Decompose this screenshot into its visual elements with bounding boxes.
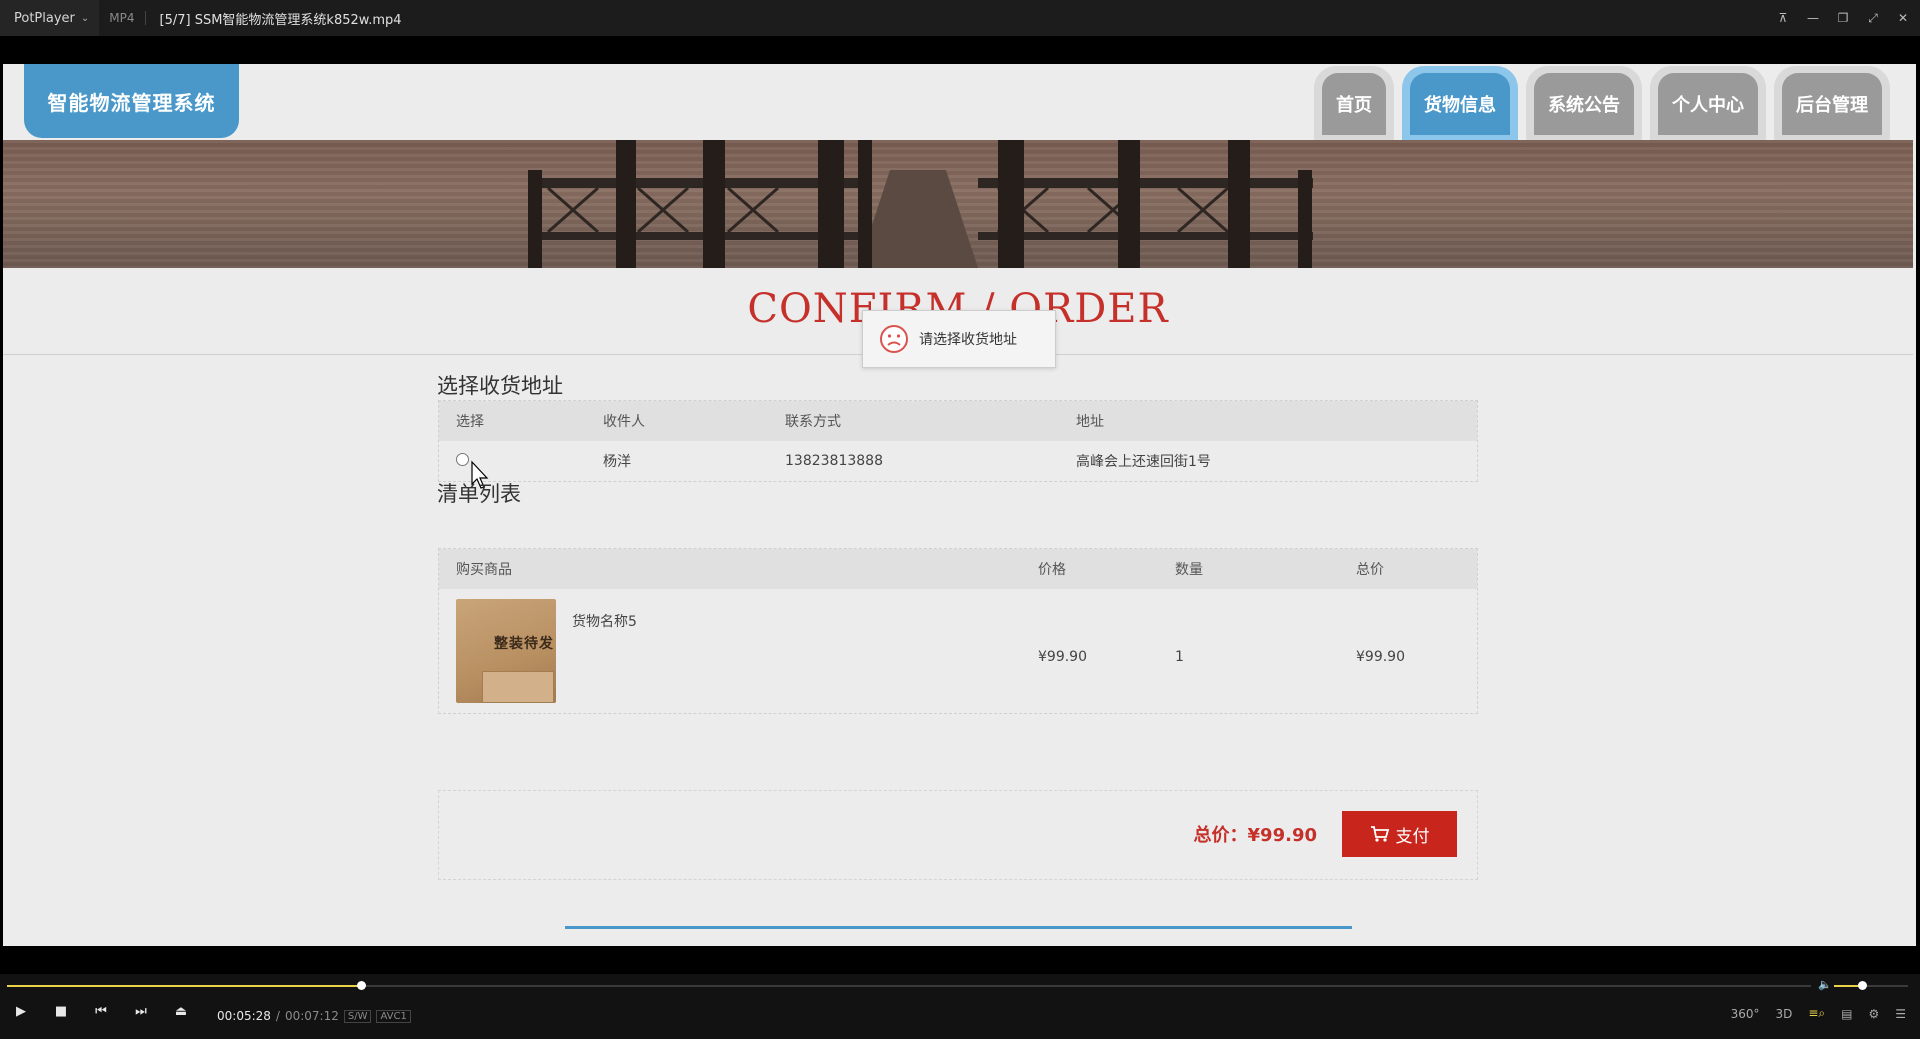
- 3d-icon[interactable]: 3D: [1775, 1007, 1792, 1021]
- nav-item-profile[interactable]: 个人中心: [1650, 66, 1766, 142]
- address-table: 选择 收件人 联系方式 地址 杨洋 13823813888 高峰会上还速回街1号: [438, 400, 1478, 482]
- header-cell: 总价: [1356, 562, 1384, 578]
- nav-label: 首页: [1322, 73, 1386, 135]
- main-nav: 首页 货物信息 系统公告 个人中心 后台管理: [1314, 66, 1890, 142]
- next-icon[interactable]: ⏭: [132, 1004, 150, 1019]
- time-display: 00:05:28 / 00:07:12 S/W AVC1: [217, 1009, 411, 1023]
- chapter-icon[interactable]: ▤: [1841, 1007, 1852, 1021]
- header-cell: 收件人: [603, 414, 645, 430]
- restore-icon[interactable]: ❐: [1834, 11, 1852, 25]
- address-table-header: 选择 收件人 联系方式 地址: [439, 401, 1477, 441]
- site-logo[interactable]: 智能物流管理系统: [24, 64, 239, 138]
- footer-divider: [565, 926, 1352, 929]
- order-table: 购买商品 价格 数量 总价 整装待发 货物名称5 ¥99.90 1 ¥99.90: [438, 548, 1478, 714]
- file-title: [5/7] SSM智能物流管理系统k852w.mp4: [159, 12, 402, 28]
- seek-bar-fill: [7, 985, 361, 987]
- seek-bar[interactable]: [7, 981, 1811, 990]
- nav-item-admin[interactable]: 后台管理: [1774, 66, 1890, 142]
- toast-text: 请选择收货地址: [919, 332, 1017, 348]
- address-radio[interactable]: [456, 452, 469, 466]
- pay-button-label: 支付: [1395, 826, 1430, 846]
- nav-item-notice[interactable]: 系统公告: [1526, 66, 1642, 142]
- player-menu-button[interactable]: PotPlayer ⌄: [0, 0, 100, 36]
- pier-illustration: [528, 140, 1313, 268]
- header-cell: 购买商品: [456, 562, 512, 578]
- nav-item-goods[interactable]: 货物信息: [1402, 66, 1518, 142]
- header-cell: 联系方式: [785, 414, 841, 430]
- eject-icon[interactable]: ⏏: [172, 1004, 190, 1019]
- sad-face-icon: [880, 325, 908, 353]
- order-total: 总价：¥99.90: [1193, 825, 1317, 846]
- goods-image[interactable]: 整装待发: [456, 599, 556, 703]
- volume-icon[interactable]: 🔈: [1818, 978, 1832, 991]
- player-controls: 🔈 ▶ ■ ⏮ ⏭ ⏏ 00:05:28 / 00:07:12 S/W AVC1…: [0, 974, 1920, 1039]
- header-cell: 价格: [1038, 562, 1066, 578]
- chevron-down-icon: ⌄: [80, 12, 90, 24]
- address-cell: 高峰会上还速回街1号: [1076, 454, 1211, 470]
- play-icon[interactable]: ▶: [12, 1004, 30, 1019]
- current-time: 00:05:28: [217, 1009, 271, 1023]
- header-cell: 地址: [1076, 414, 1104, 430]
- quantity-cell: 1: [1175, 649, 1184, 665]
- goods-image-label: 整装待发: [494, 636, 554, 652]
- seek-bar-handle[interactable]: [356, 981, 366, 990]
- vr-360-icon[interactable]: 360°: [1731, 1007, 1760, 1021]
- cart-icon: [1370, 826, 1389, 842]
- stop-icon[interactable]: ■: [52, 1004, 70, 1019]
- window-controls: ⊼ — ❐ ⤢ ✕: [1774, 0, 1912, 36]
- select-cell: [439, 452, 586, 470]
- time-separator: /: [275, 1009, 280, 1023]
- previous-icon[interactable]: ⏮: [92, 1004, 110, 1019]
- minimize-icon[interactable]: —: [1804, 11, 1822, 25]
- header-cell: 选择: [456, 414, 484, 430]
- web-page: 智能物流管理系统 首页 货物信息 系统公告 个人中心 后台管理 CONFIRM …: [3, 64, 1916, 946]
- total-time: 00:07:12: [284, 1009, 339, 1023]
- header-cell: 数量: [1175, 562, 1203, 578]
- pin-icon[interactable]: ⊼: [1774, 11, 1792, 25]
- goods-image-box: [482, 671, 554, 703]
- goods-name[interactable]: 货物名称5: [572, 599, 637, 703]
- phone-cell: 13823813888: [785, 453, 883, 469]
- order-section-title: 清单列表: [437, 482, 521, 506]
- pay-button[interactable]: 支付: [1342, 811, 1457, 857]
- volume-slider[interactable]: [1834, 981, 1908, 990]
- order-summary: 总价：¥99.90 支付: [438, 790, 1478, 880]
- volume-handle[interactable]: [1858, 981, 1868, 990]
- table-row: 杨洋 13823813888 高峰会上还速回街1号: [439, 441, 1477, 481]
- player-right-buttons: 360° 3D ≡⌕ ▤ ⚙ ☰: [1731, 1006, 1906, 1021]
- toast-message: 请选择收货地址: [862, 310, 1056, 368]
- price-cell: ¥99.90: [1038, 649, 1087, 665]
- nav-label: 系统公告: [1534, 73, 1634, 135]
- player-app-name: PotPlayer: [14, 10, 75, 26]
- player-titlebar: PotPlayer ⌄ MP4 [5/7] SSM智能物流管理系统k852w.m…: [0, 0, 1920, 36]
- table-row: 整装待发 货物名称5 ¥99.90 1 ¥99.90: [439, 589, 1477, 713]
- address-section-title: 选择收货地址: [437, 374, 563, 398]
- recipient-cell: 杨洋: [603, 454, 631, 470]
- file-format-label: MP4: [99, 11, 146, 25]
- subtotal-cell: ¥99.90: [1356, 649, 1405, 665]
- nav-label: 个人中心: [1658, 73, 1758, 135]
- nav-label: 后台管理: [1782, 73, 1882, 135]
- playlist-search-icon[interactable]: ≡⌕: [1808, 1006, 1825, 1021]
- banner-image: [3, 140, 1913, 268]
- settings-gear-icon[interactable]: ⚙: [1868, 1007, 1879, 1021]
- video-area[interactable]: 智能物流管理系统 首页 货物信息 系统公告 个人中心 后台管理 CONFIRM …: [0, 36, 1920, 974]
- codec-tag[interactable]: AVC1: [376, 1009, 411, 1023]
- menu-icon[interactable]: ☰: [1895, 1007, 1906, 1021]
- nav-item-home[interactable]: 首页: [1314, 66, 1394, 142]
- nav-label: 货物信息: [1410, 73, 1510, 135]
- goods-cell: 整装待发 货物名称5: [439, 599, 1021, 703]
- order-table-header: 购买商品 价格 数量 总价: [439, 549, 1477, 589]
- fullscreen-icon[interactable]: ⤢: [1864, 11, 1882, 26]
- close-icon[interactable]: ✕: [1894, 11, 1912, 25]
- sw-tag[interactable]: S/W: [343, 1009, 372, 1023]
- playback-buttons: ▶ ■ ⏮ ⏭ ⏏: [12, 1004, 190, 1019]
